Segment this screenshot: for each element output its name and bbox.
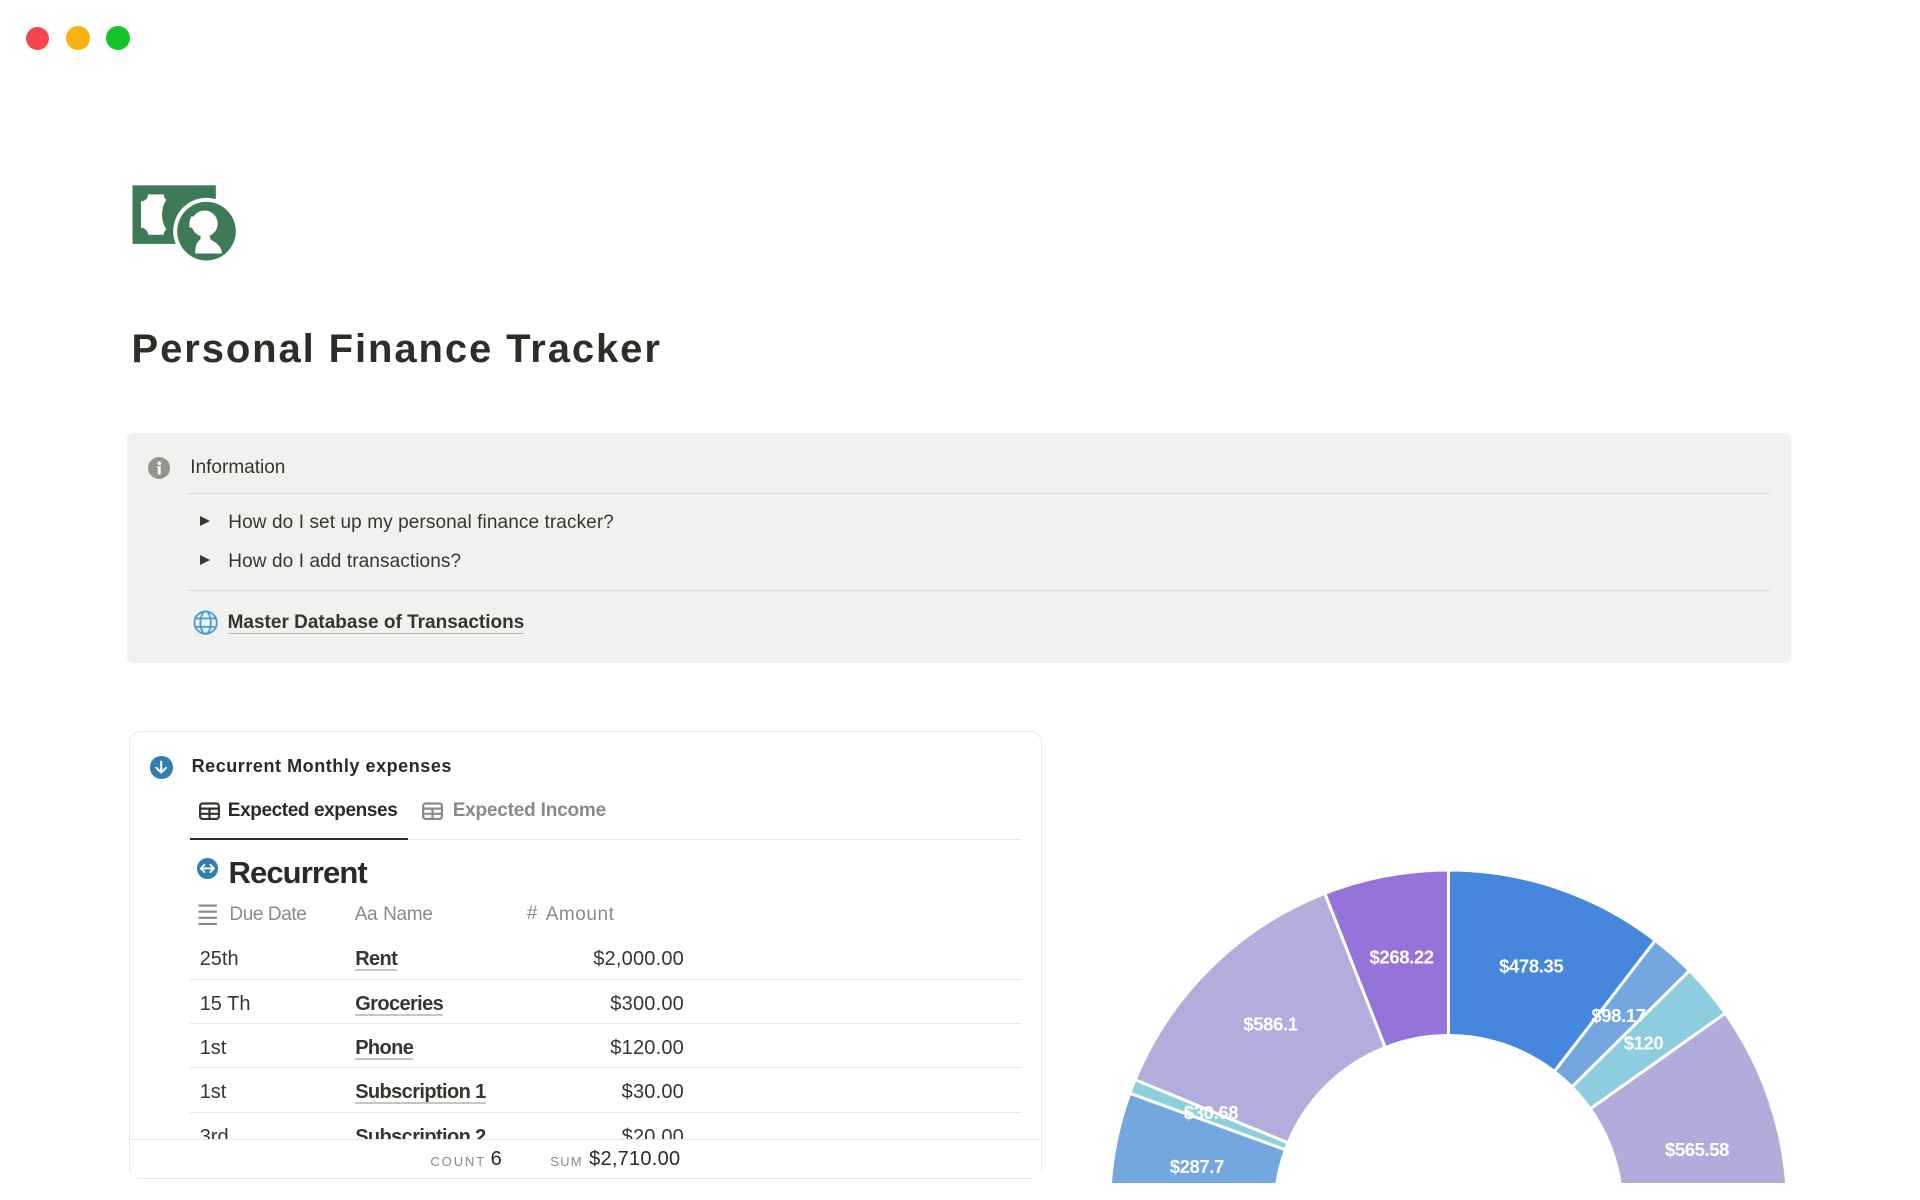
svg-text:$30.68: $30.68: [1184, 1102, 1238, 1123]
svg-text:$586.1: $586.1: [1243, 1014, 1297, 1035]
svg-text:$287.7: $287.7: [1170, 1156, 1224, 1177]
svg-text:$120: $120: [1624, 1033, 1664, 1054]
svg-text:$98.17: $98.17: [1591, 1005, 1645, 1026]
svg-text:$268.22: $268.22: [1370, 946, 1434, 967]
svg-text:$565.58: $565.58: [1665, 1139, 1729, 1160]
svg-text:$478.35: $478.35: [1499, 955, 1563, 976]
